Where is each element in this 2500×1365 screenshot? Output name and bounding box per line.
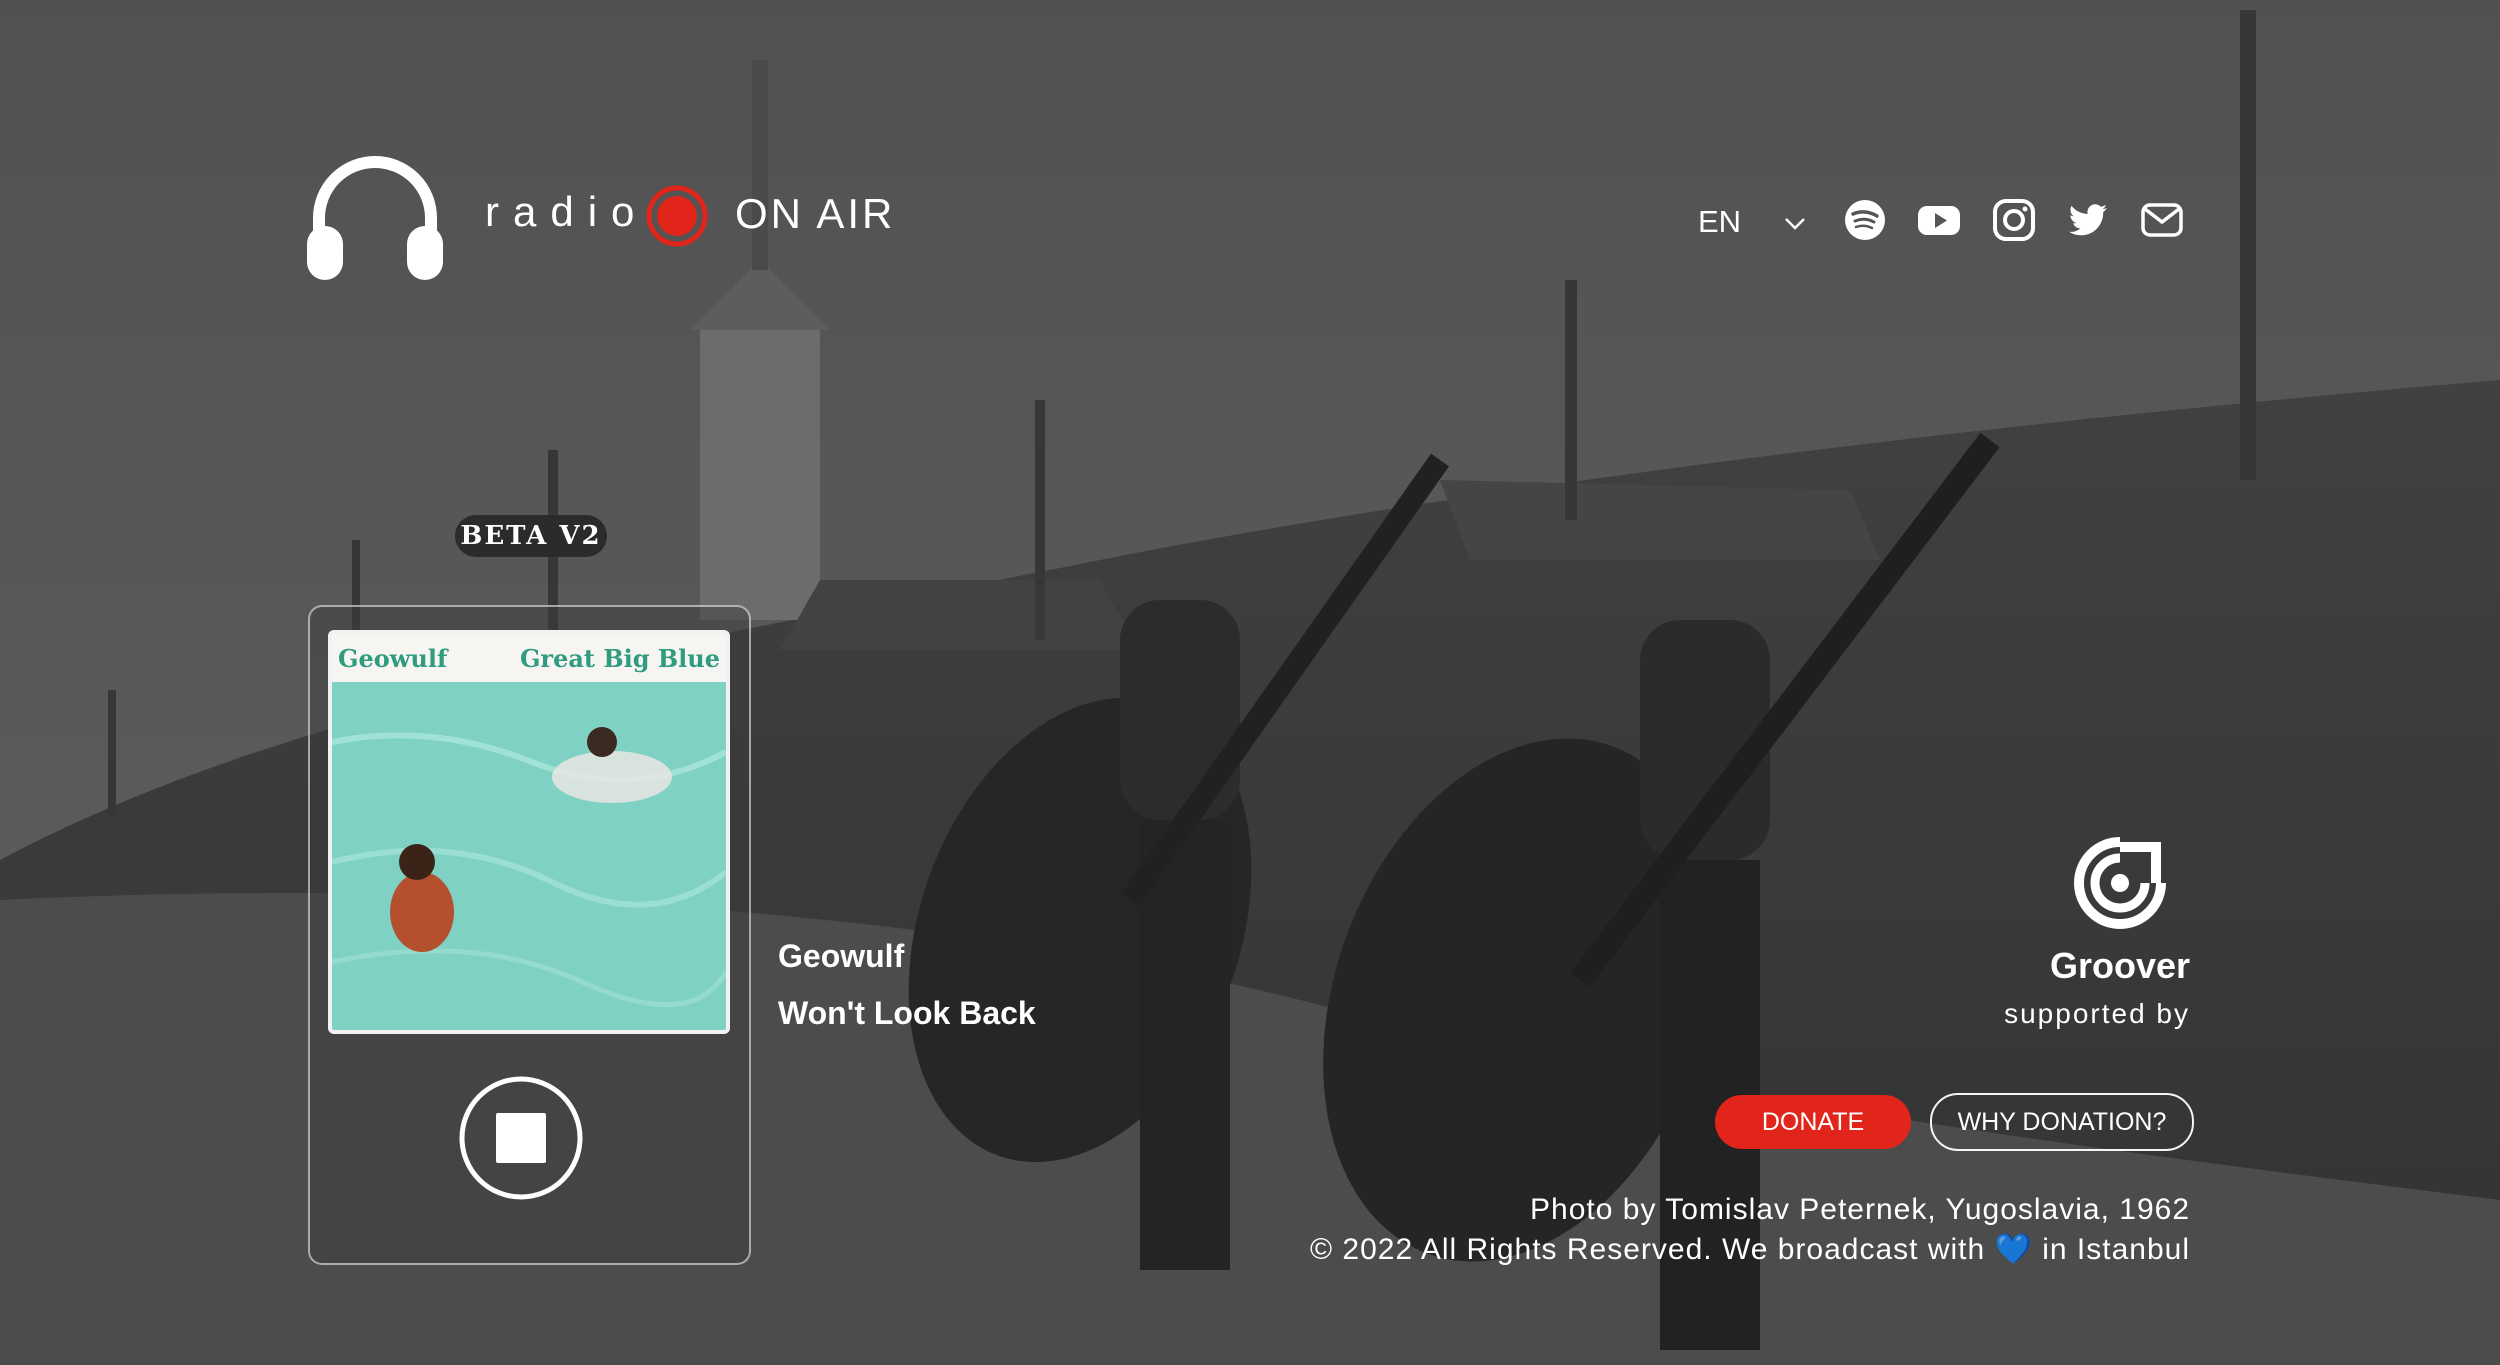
headphones-logo-icon[interactable] [305, 148, 445, 280]
album-cover-header: Geowulf Great Big Blue [332, 634, 726, 682]
photo-credit: Photo by Tomislav Peternek, Yugoslavia, … [1530, 1193, 2190, 1226]
copyright-prefix: © 2022 All Rights Reserved. We broadcast… [1309, 1233, 1986, 1266]
album-cover-image [332, 682, 726, 1030]
sponsor-name[interactable]: Groover [2045, 945, 2190, 987]
twitter-icon[interactable] [2066, 198, 2110, 242]
cover-album-text: Great Big Blue [519, 644, 720, 673]
groover-logo-icon[interactable] [2065, 828, 2175, 938]
copyright-text: © 2022 All Rights Reserved. We broadcast… [1310, 1232, 2190, 1267]
why-donation-button[interactable]: WHY DONATION? [1930, 1093, 2194, 1151]
cover-artist-text: Geowulf [338, 644, 448, 673]
mail-icon[interactable] [2140, 198, 2184, 242]
brand-wordmark: radio [485, 188, 649, 235]
on-air-indicator-icon [645, 184, 709, 248]
now-playing-artist: Geowulf [778, 938, 905, 974]
youtube-icon[interactable] [1917, 198, 1961, 242]
album-cover: Geowulf Great Big Blue [328, 630, 730, 1034]
instagram-icon[interactable] [1992, 198, 2036, 242]
stop-button[interactable] [458, 1075, 584, 1201]
donate-button[interactable]: DONATE [1715, 1095, 1911, 1149]
copyright-suffix: in Istanbul [2042, 1233, 2190, 1266]
sponsor-caption: supported by [2004, 998, 2190, 1029]
chevron-down-icon[interactable] [1780, 208, 1810, 238]
heart-icon: 💙 [1994, 1233, 2033, 1266]
now-playing-track: Won't Look Back [778, 995, 1036, 1031]
language-selector[interactable]: EN [1698, 204, 1741, 240]
spotify-icon[interactable] [1843, 198, 1887, 242]
on-air-label: ON AIR [735, 190, 896, 237]
beta-version-badge: BETA V2 [455, 515, 607, 557]
